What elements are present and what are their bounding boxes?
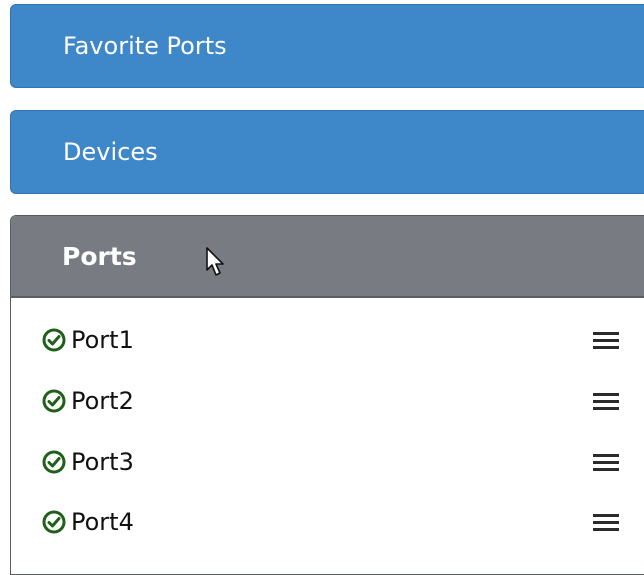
favorite-ports-label: Favorite Ports xyxy=(63,32,227,60)
ports-panel: Ports Port1 Port2 Port3 Port4 xyxy=(10,215,644,575)
favorite-ports-panel-header[interactable]: Favorite Ports xyxy=(10,4,644,88)
port-label: Port2 xyxy=(71,387,134,415)
port-label: Port1 xyxy=(71,326,134,354)
port-list-item[interactable]: Port2 xyxy=(11,376,644,426)
hamburger-menu-icon[interactable] xyxy=(593,511,619,533)
devices-label: Devices xyxy=(63,138,158,166)
port-list-item[interactable]: Port4 xyxy=(11,497,644,547)
hamburger-menu-icon[interactable] xyxy=(593,329,619,351)
check-circle-icon xyxy=(42,328,66,352)
check-circle-icon xyxy=(42,389,66,413)
port-list-item[interactable]: Port1 xyxy=(11,315,644,365)
ports-panel-header[interactable]: Ports xyxy=(11,216,644,298)
devices-panel-header[interactable]: Devices xyxy=(10,110,644,194)
port-label: Port4 xyxy=(71,508,134,536)
port-list-item[interactable]: Port3 xyxy=(11,437,644,487)
hamburger-menu-icon[interactable] xyxy=(593,451,619,473)
check-circle-icon xyxy=(42,510,66,534)
port-label: Port3 xyxy=(71,448,134,476)
ports-label: Ports xyxy=(62,241,137,271)
check-circle-icon xyxy=(42,450,66,474)
mouse-cursor-icon xyxy=(206,247,224,276)
hamburger-menu-icon[interactable] xyxy=(593,390,619,412)
